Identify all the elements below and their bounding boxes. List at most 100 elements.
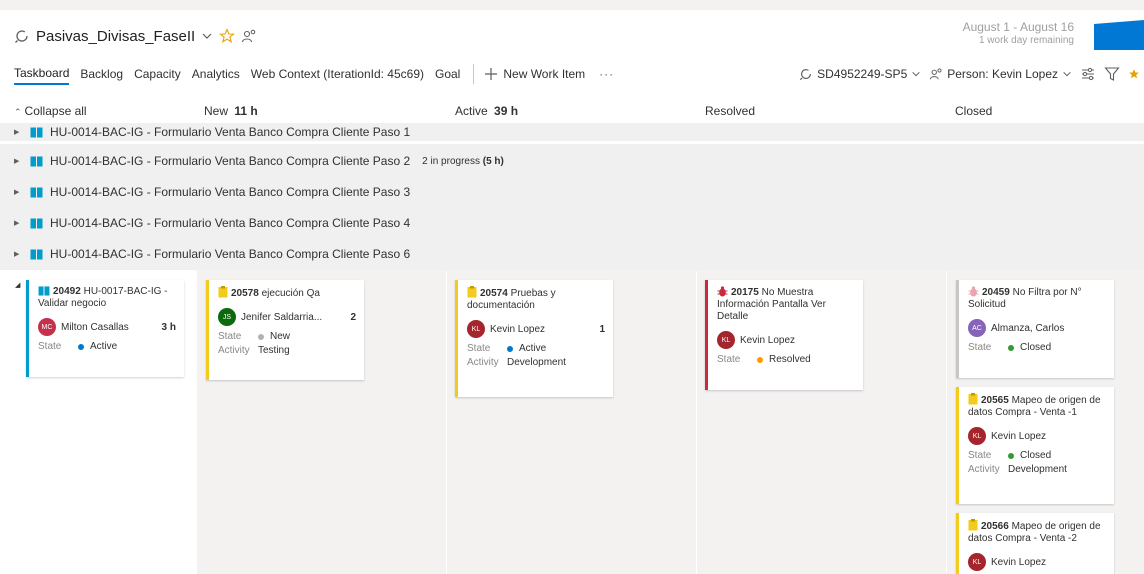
chevron-down-icon[interactable] bbox=[201, 30, 213, 42]
expand-icon[interactable]: ▶ bbox=[14, 188, 22, 196]
remaining-work[interactable]: 1 bbox=[599, 324, 605, 335]
card-assignee[interactable]: MC Milton Casallas 3 h bbox=[38, 318, 176, 336]
group-row[interactable]: ▶ HU-0014-BAC-IG - Formulario Venta Banc… bbox=[0, 175, 1144, 209]
person-icon[interactable] bbox=[241, 28, 257, 44]
tab-capacity[interactable]: Capacity bbox=[134, 64, 181, 84]
task-card[interactable]: 20565 Mapeo de origen de datos Compra - … bbox=[956, 387, 1114, 504]
group-row[interactable]: ▶ HU-0014-BAC-IG - Formulario Venta Banc… bbox=[0, 123, 1144, 141]
person-icon bbox=[929, 67, 943, 81]
chevron-down-icon bbox=[911, 69, 921, 79]
card-state[interactable]: State New bbox=[218, 331, 356, 342]
sprint-dates: August 1 - August 16 1 work day remainin… bbox=[963, 20, 1074, 46]
person-filter[interactable]: Person: Kevin Lopez bbox=[929, 67, 1072, 81]
card-activity[interactable]: Activity Development bbox=[467, 357, 605, 368]
assignee-name: Jenifer Saldarria... bbox=[241, 311, 323, 323]
card-id[interactable]: 20566 bbox=[981, 521, 1009, 532]
book-icon bbox=[30, 127, 43, 137]
state-value: Closed bbox=[1020, 342, 1052, 353]
avatar: KL bbox=[717, 331, 735, 349]
avatar: KL bbox=[467, 320, 485, 338]
card-assignee[interactable]: KL Kevin Lopez 1 bbox=[467, 320, 605, 338]
remaining-work[interactable]: 2 bbox=[350, 312, 356, 323]
book-icon bbox=[30, 249, 43, 259]
expand-icon[interactable]: ▶ bbox=[14, 128, 22, 136]
collapse-row-icon[interactable]: ◢ bbox=[15, 281, 20, 289]
column-header-new: New 11 h bbox=[204, 104, 258, 122]
group-progress-hours: (5 h) bbox=[482, 155, 504, 167]
state-label: State bbox=[218, 331, 242, 342]
card-assignee[interactable]: KL Kevin Lopez bbox=[717, 331, 855, 349]
book-icon bbox=[30, 156, 43, 166]
tab-goal[interactable]: Goal bbox=[435, 64, 460, 84]
card-id[interactable]: 20175 bbox=[731, 287, 759, 298]
expand-icon[interactable]: ▶ bbox=[14, 157, 22, 165]
book-icon bbox=[30, 187, 43, 197]
tab-taskboard[interactable]: Taskboard bbox=[14, 63, 70, 85]
expand-icon[interactable]: ▶ bbox=[14, 250, 22, 258]
sprint-selector[interactable]: SD4952249-SP5 bbox=[799, 67, 921, 81]
column-active-label: Active bbox=[455, 104, 488, 118]
group-row[interactable]: ▶ HU-0014-BAC-IG - Formulario Venta Banc… bbox=[0, 206, 1144, 240]
new-work-item-button[interactable]: New Work Item bbox=[484, 67, 585, 81]
card-id[interactable]: 20574 bbox=[480, 288, 508, 299]
sprint-name[interactable]: Pasivas_Divisas_FaseII bbox=[36, 28, 195, 45]
task-icon bbox=[968, 393, 978, 405]
card-title: 20574 Pruebas y documentación bbox=[467, 286, 605, 312]
group-title: HU-0014-BAC-IG - Formulario Venta Banco … bbox=[50, 216, 411, 230]
person-filter-label: Person: Kevin Lopez bbox=[947, 67, 1058, 81]
activity-value: Development bbox=[507, 357, 566, 368]
star-icon[interactable] bbox=[219, 28, 236, 44]
card-assignee[interactable]: JS Jenifer Saldarria... 2 bbox=[218, 308, 356, 326]
card-state[interactable]: State Active bbox=[38, 341, 176, 352]
card-assignee[interactable]: AC Almanza, Carlos bbox=[968, 319, 1106, 337]
card-id[interactable]: 20565 bbox=[981, 395, 1009, 406]
tab-backlog[interactable]: Backlog bbox=[80, 64, 123, 84]
card-assignee[interactable]: KL Kevin Lopez bbox=[968, 427, 1106, 445]
more-options-button[interactable]: ··· bbox=[599, 67, 614, 81]
sprint-remaining: 1 work day remaining bbox=[978, 35, 1074, 46]
filter-icon[interactable] bbox=[1104, 66, 1120, 82]
group-progress-text: 2 in progress bbox=[422, 155, 480, 167]
group-title: HU-0014-BAC-IG - Formulario Venta Banco … bbox=[50, 185, 411, 199]
card-id[interactable]: 20578 bbox=[231, 288, 259, 299]
bug-card[interactable]: 20175 No Muestra Información Pantalla Ve… bbox=[705, 280, 863, 390]
parent-card[interactable]: 20492 HU-0017-BAC-IG - Validar negocio M… bbox=[26, 280, 184, 377]
collapse-icon: ⌃ bbox=[14, 107, 22, 117]
column-resolved-label: Resolved bbox=[705, 104, 756, 118]
card-assignee[interactable]: KL Kevin Lopez bbox=[968, 553, 1106, 571]
assignee-name: Kevin Lopez bbox=[991, 430, 1047, 442]
state-dot bbox=[507, 345, 513, 352]
assignee-name: Kevin Lopez bbox=[740, 334, 796, 346]
activity-label: Activity bbox=[968, 464, 1000, 475]
tab-analytics[interactable]: Analytics bbox=[192, 64, 240, 84]
remaining-work[interactable]: 3 h bbox=[162, 322, 176, 333]
group-row[interactable]: ▶ HU-0014-BAC-IG - Formulario Venta Banc… bbox=[0, 237, 1144, 271]
column-new-hours: 11 h bbox=[234, 104, 258, 118]
task-card[interactable]: 20566 Mapeo de origen de datos Compra - … bbox=[956, 513, 1114, 574]
new-work-item-label: New Work Item bbox=[503, 67, 586, 81]
tab-web-context[interactable]: Web Context (IterationId: 45c69) bbox=[251, 64, 424, 84]
card-state[interactable]: State Active bbox=[467, 343, 605, 354]
bug-card[interactable]: 20459 No Filtra por N° Solicitud AC Alma… bbox=[956, 280, 1114, 378]
card-state[interactable]: State Closed bbox=[968, 450, 1106, 461]
tab-separator bbox=[473, 64, 475, 84]
column-header-resolved: Resolved bbox=[705, 104, 755, 122]
card-state[interactable]: State Resolved bbox=[717, 354, 855, 365]
expand-icon[interactable]: ▶ bbox=[14, 219, 22, 227]
burndown-chart[interactable] bbox=[1094, 20, 1144, 50]
card-title: 20175 No Muestra Información Pantalla Ve… bbox=[717, 286, 855, 323]
group-progress: 2 in progress (5 h) bbox=[422, 156, 504, 167]
task-card[interactable]: 20574 Pruebas y documentación KL Kevin L… bbox=[455, 280, 613, 397]
card-activity[interactable]: Activity Testing bbox=[218, 345, 356, 356]
column-active-hours: 39 h bbox=[494, 104, 519, 118]
collapse-all-button[interactable]: ⌃ Collapse all bbox=[14, 104, 87, 122]
group-row[interactable]: ▶ HU-0014-BAC-IG - Formulario Venta Banc… bbox=[0, 144, 1144, 178]
card-state[interactable]: State Closed bbox=[968, 342, 1106, 353]
column-closed-label: Closed bbox=[955, 104, 993, 118]
card-activity[interactable]: Activity Development bbox=[968, 464, 1106, 475]
task-card[interactable]: 20578 ejecución Qa JS Jenifer Saldarria.… bbox=[206, 280, 364, 380]
favorite-star-icon[interactable] bbox=[1128, 68, 1140, 80]
settings-icon[interactable] bbox=[1080, 66, 1096, 82]
card-id[interactable]: 20459 bbox=[982, 287, 1010, 298]
card-id[interactable]: 20492 bbox=[53, 286, 81, 297]
